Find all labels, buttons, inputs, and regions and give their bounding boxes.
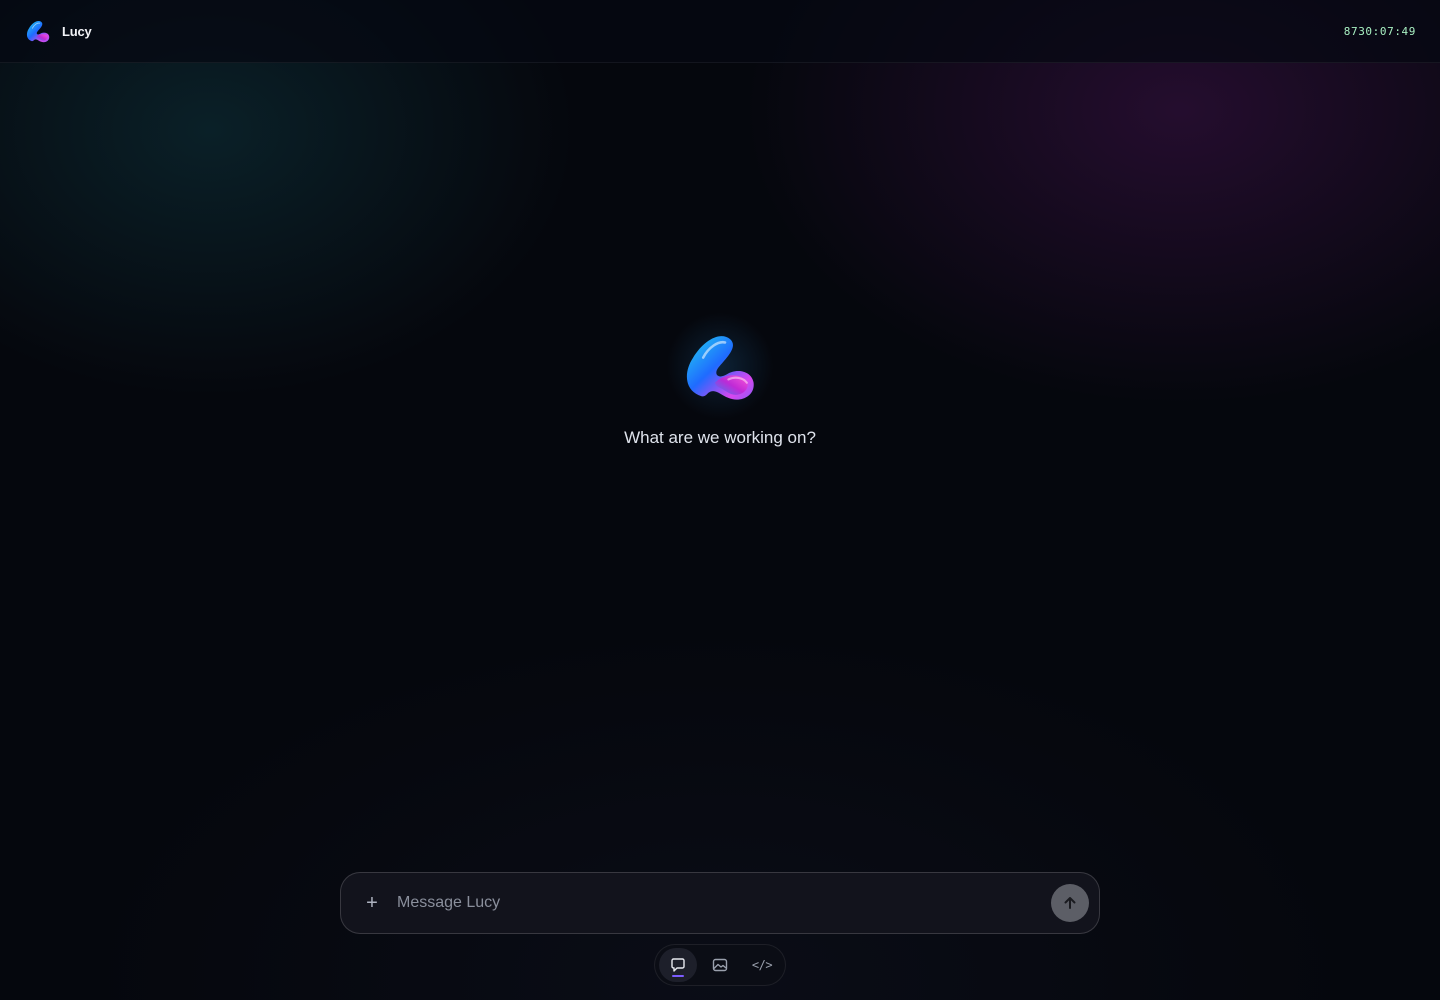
- welcome-prompt: What are we working on?: [624, 428, 816, 447]
- mode-image-button[interactable]: [701, 948, 739, 982]
- hero-logo-wrap: [662, 308, 778, 424]
- message-input[interactable]: [397, 883, 1051, 923]
- mode-switcher: </>: [654, 944, 786, 986]
- active-mode-indicator: [672, 975, 684, 977]
- lucy-logo-icon: [26, 21, 50, 43]
- brand-name: Lucy: [62, 23, 92, 39]
- message-composer: +: [340, 872, 1100, 934]
- mode-chat-button[interactable]: [659, 948, 697, 982]
- welcome-hero: What are we working on?: [0, 308, 1440, 448]
- add-attachment-button[interactable]: +: [359, 890, 385, 916]
- lucy-logo-icon: [686, 336, 754, 400]
- top-bar: Lucy 8730:07:49: [0, 0, 1440, 63]
- session-timer: 8730:07:49: [1343, 24, 1416, 38]
- image-icon: [712, 958, 728, 972]
- send-button[interactable]: [1051, 884, 1089, 922]
- chat-bubble-icon: [671, 958, 685, 972]
- mode-code-button[interactable]: </>: [743, 948, 781, 982]
- app-window: Lucy 8730:07:49 What are we working on? …: [0, 0, 1440, 1000]
- brand[interactable]: Lucy: [24, 17, 92, 45]
- code-icon: </>: [751, 958, 773, 972]
- arrow-up-icon: [1064, 897, 1076, 909]
